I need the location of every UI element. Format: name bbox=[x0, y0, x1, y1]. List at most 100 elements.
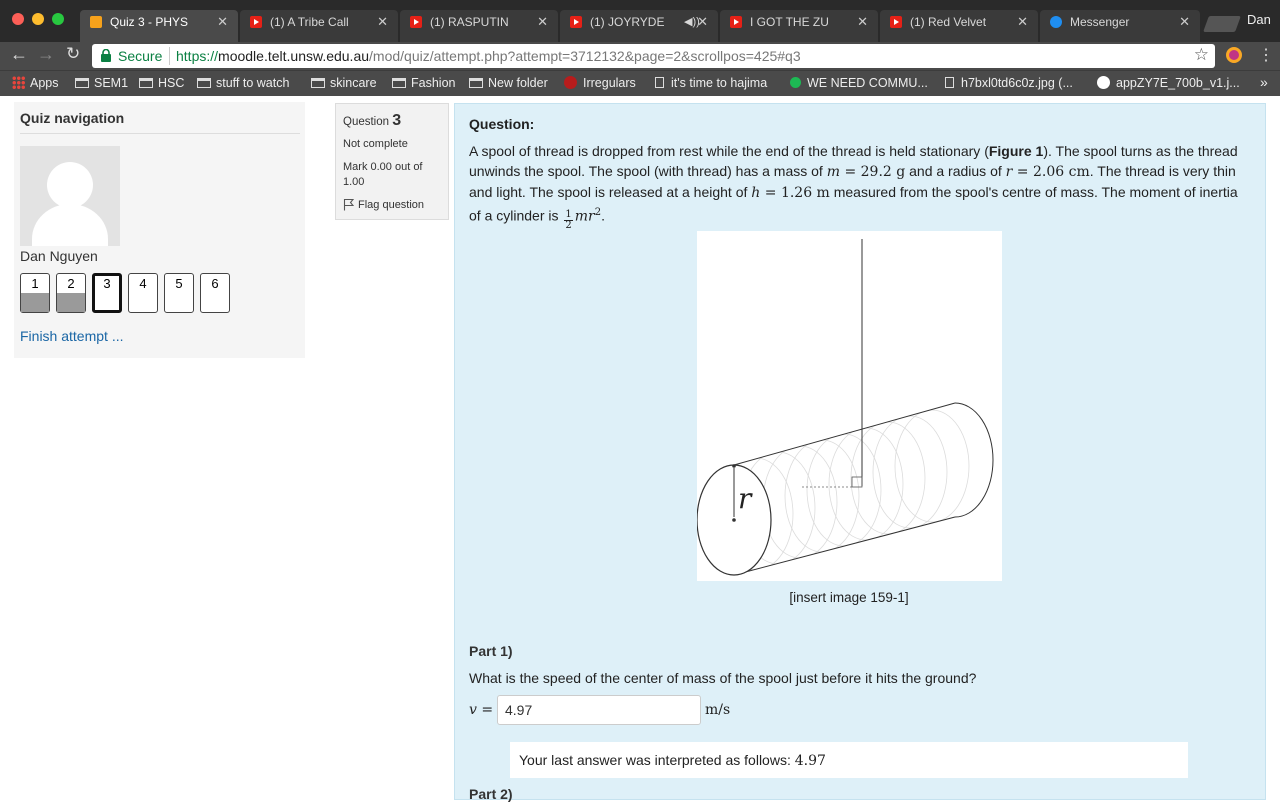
question-nav-button-3[interactable]: 3 bbox=[92, 273, 122, 313]
irregulars-site-icon bbox=[564, 76, 577, 89]
question-nav-button-4[interactable]: 4 bbox=[128, 273, 158, 313]
back-arrow-icon[interactable]: ← bbox=[10, 44, 28, 65]
question-number: 4 bbox=[139, 276, 147, 291]
tab-title: Quiz 3 - PHYS1131 bbox=[110, 15, 188, 29]
cylinder-back-end bbox=[954, 402, 994, 518]
folder-icon bbox=[197, 78, 211, 88]
forward-arrow-icon[interactable]: → bbox=[37, 44, 55, 65]
bookmark-label: h7bxl0td6c0z.jpg (... bbox=[961, 76, 1073, 90]
tab-red-velvet[interactable]: (1) Red Velvet 레드 ✕ bbox=[880, 10, 1038, 42]
question-content: Question: A spool of thread is dropped f… bbox=[454, 103, 1266, 802]
part1-prompt: What is the speed of the center of mass … bbox=[469, 670, 977, 686]
bookmark-star-icon[interactable]: ☆ bbox=[1194, 43, 1209, 67]
url-path: /mod/quiz/attempt.php?attempt=3712132&pa… bbox=[369, 48, 801, 64]
question-nav-button-1[interactable]: 1 bbox=[20, 273, 50, 313]
fraction-numerator: 1 bbox=[564, 208, 573, 221]
bookmarks-overflow-button[interactable]: » bbox=[1260, 74, 1268, 91]
window-close-dot[interactable] bbox=[12, 13, 24, 25]
radius-label: r bbox=[738, 482, 753, 515]
new-tab-button[interactable] bbox=[1203, 16, 1241, 32]
moodle-favicon-icon bbox=[90, 16, 102, 28]
divider bbox=[20, 133, 300, 134]
bookmark-hajima[interactable]: it's time to hajima bbox=[655, 75, 767, 92]
fraction-one-half: 12 bbox=[564, 208, 573, 231]
url-field[interactable]: Secure https://moodle.telt.unsw.edu.au/m… bbox=[92, 44, 1215, 68]
question-nav-button-6[interactable]: 6 bbox=[200, 273, 230, 313]
bookmark-skincare[interactable]: skincare bbox=[311, 75, 377, 92]
part1-answer-input[interactable]: 4.97 bbox=[497, 695, 701, 725]
page-icon bbox=[655, 77, 664, 88]
tab-a-tribe-called[interactable]: (1) A Tribe Called Quest ✕ bbox=[240, 10, 398, 42]
menu-kebab-icon[interactable]: ⋮ bbox=[1258, 45, 1274, 65]
quiz-navigation-heading: Quiz navigation bbox=[20, 110, 125, 126]
tab-close-icon[interactable]: ✕ bbox=[697, 10, 708, 34]
inertia-expression: mr bbox=[574, 208, 595, 225]
question-number: 1 bbox=[31, 276, 39, 291]
tab-joyryde[interactable]: (1) JOYRYDE - ◀)) ✕ bbox=[560, 10, 718, 42]
tab-close-icon[interactable]: ✕ bbox=[857, 10, 868, 34]
bookmark-fashion[interactable]: Fashion bbox=[392, 75, 455, 92]
tab-rasputin[interactable]: (1) RASPUTIN - Vi ✕ bbox=[400, 10, 558, 42]
tab-title: (1) A Tribe Called Quest bbox=[270, 15, 348, 29]
bookmark-hsc[interactable]: HSC bbox=[139, 75, 184, 92]
tab-title: Messenger bbox=[1070, 15, 1130, 29]
answered-indicator bbox=[57, 293, 85, 312]
tab-close-icon[interactable]: ✕ bbox=[1017, 10, 1028, 34]
bookmark-stuff-to-watch[interactable]: stuff to watch bbox=[197, 75, 289, 92]
user-avatar[interactable] bbox=[20, 146, 120, 246]
question-text-part: A spool of thread is dropped from rest w… bbox=[469, 143, 989, 159]
folder-icon bbox=[75, 78, 89, 88]
bookmarks-bar: Apps SEM1 HSC stuff to watch skincare Fa… bbox=[0, 70, 1280, 96]
finish-attempt-link[interactable]: Finish attempt ... bbox=[20, 328, 123, 344]
bookmark-label: skincare bbox=[330, 76, 377, 90]
fraction-denominator: 2 bbox=[565, 219, 572, 231]
user-name: Dan Nguyen bbox=[20, 248, 98, 264]
extension-icon[interactable] bbox=[1226, 47, 1242, 63]
youtube-favicon-icon bbox=[890, 16, 902, 28]
bookmark-label: it's time to hajima bbox=[671, 76, 768, 90]
tab-close-icon[interactable]: ✕ bbox=[537, 10, 548, 34]
youtube-favicon-icon bbox=[570, 16, 582, 28]
tab-i-got-the-zucc[interactable]: I GOT THE ZUCC ✕ bbox=[720, 10, 878, 42]
quiz-navigation-block: Quiz navigation Dan Nguyen Finish attemp… bbox=[14, 102, 305, 358]
question-number: 5 bbox=[175, 276, 183, 291]
youtube-favicon-icon bbox=[410, 16, 422, 28]
tab-messenger[interactable]: Messenger ✕ bbox=[1040, 10, 1200, 42]
mass-value: 29.2 g bbox=[860, 164, 906, 180]
lock-icon bbox=[101, 49, 111, 62]
question-nav-button-5[interactable]: 5 bbox=[164, 273, 194, 313]
window-zoom-dot[interactable] bbox=[52, 13, 64, 25]
tab-close-icon[interactable]: ✕ bbox=[1179, 10, 1190, 34]
velocity-symbol: v = bbox=[469, 702, 494, 718]
flag-question-toggle[interactable]: Flag question bbox=[343, 198, 424, 211]
bookmark-new-folder[interactable]: New folder bbox=[469, 75, 548, 92]
equals-sign: = bbox=[1012, 164, 1033, 180]
tab-close-icon[interactable]: ✕ bbox=[217, 10, 228, 34]
tab-quiz[interactable]: Quiz 3 - PHYS1131 ✕ bbox=[80, 10, 238, 42]
youtube-favicon-icon bbox=[730, 16, 742, 28]
profile-name[interactable]: Dan bbox=[1247, 12, 1271, 27]
address-bar-row: ← → ↻ Secure https://moodle.telt.unsw.ed… bbox=[0, 42, 1280, 70]
divider bbox=[169, 47, 170, 65]
tab-close-icon[interactable]: ✕ bbox=[377, 10, 388, 34]
bookmark-irregulars[interactable]: Irregulars bbox=[564, 75, 636, 92]
bookmark-label: Fashion bbox=[411, 76, 456, 90]
window-minimize-dot[interactable] bbox=[32, 13, 44, 25]
reload-icon[interactable]: ↻ bbox=[66, 44, 80, 64]
answered-indicator bbox=[21, 293, 49, 312]
part1-heading: Part 1) bbox=[469, 643, 513, 659]
bookmark-jpg[interactable]: h7bxl0td6c0z.jpg (... bbox=[945, 75, 1073, 92]
bookmark-apps[interactable]: Apps bbox=[12, 75, 59, 92]
bookmark-sem1[interactable]: SEM1 bbox=[75, 75, 128, 92]
avatar-head-icon bbox=[47, 162, 93, 208]
bookmark-appzy[interactable]: appZY7E_700b_v1.j... bbox=[1097, 75, 1240, 92]
bookmark-label: HSC bbox=[158, 76, 185, 90]
radius-value: 2.06 cm bbox=[1032, 164, 1090, 180]
url-host: moodle.telt.unsw.edu.au bbox=[218, 48, 370, 64]
bookmark-we-need-commu[interactable]: WE NEED COMMU... bbox=[790, 75, 928, 92]
question-nav-button-2[interactable]: 2 bbox=[56, 273, 86, 313]
avatar-body-icon bbox=[32, 204, 108, 246]
site-circle-icon bbox=[1097, 76, 1110, 89]
cylinder-center-dot bbox=[732, 518, 736, 522]
question-label: Question bbox=[343, 116, 390, 128]
